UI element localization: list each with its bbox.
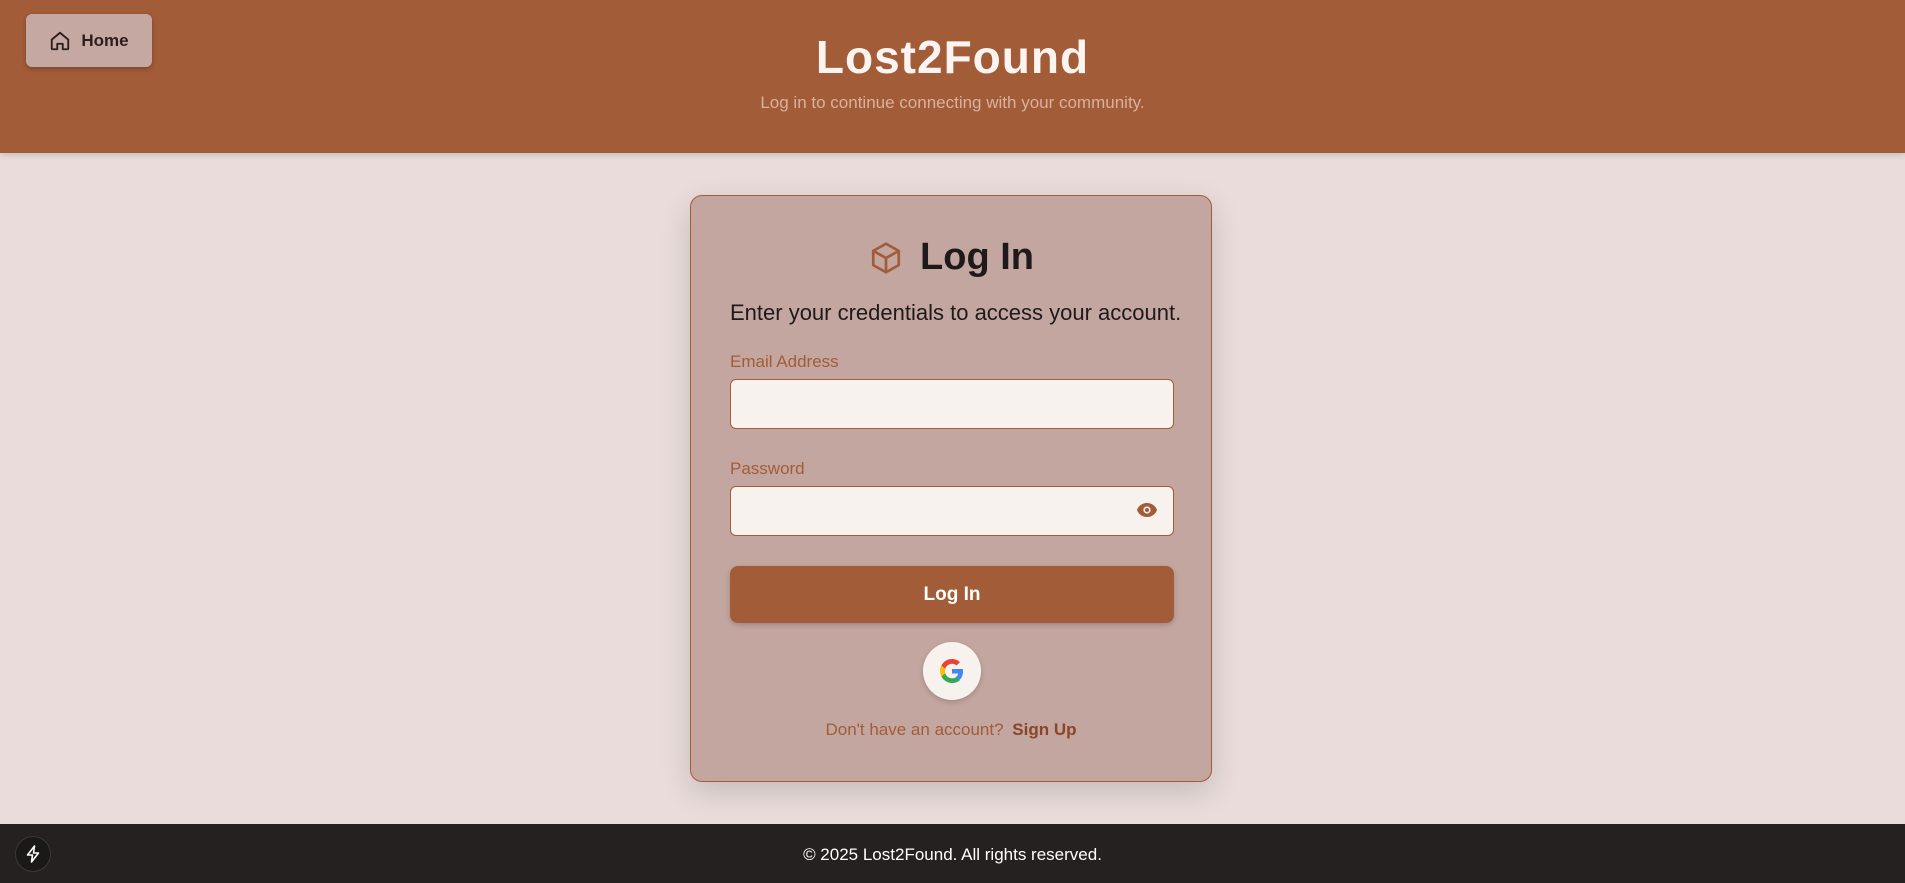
eye-icon[interactable] <box>1134 497 1160 523</box>
password-field[interactable] <box>730 486 1174 536</box>
card-description: Enter your credentials to access your ac… <box>730 300 1182 325</box>
google-icon <box>940 659 964 683</box>
password-label: Password <box>730 459 805 478</box>
card-title-row: Log In <box>691 236 1211 279</box>
site-title: Lost2Found <box>815 31 1090 83</box>
email-field[interactable] <box>730 379 1174 429</box>
login-card: Log In Enter your credentials to access … <box>690 195 1212 782</box>
login-button[interactable]: Log In <box>730 566 1174 623</box>
email-label: Email Address <box>730 352 839 371</box>
signup-prompt: Don't have an account? <box>825 720 1004 739</box>
signup-link[interactable]: Sign Up <box>1012 720 1076 739</box>
footer-copyright: © 2025 Lost2Found. All rights reserved. <box>803 845 1102 864</box>
google-signin-button[interactable] <box>923 642 981 700</box>
package-icon <box>868 240 904 276</box>
site-subtitle: Log in to continue connecting with your … <box>760 93 1145 112</box>
site-header: Home Lost2Found Log in to continue conne… <box>0 0 1905 153</box>
signup-row: Don't have an account? Sign Up <box>691 720 1211 740</box>
site-footer: © 2025 Lost2Found. All rights reserved. <box>0 824 1905 883</box>
card-title: Log In <box>920 236 1034 278</box>
